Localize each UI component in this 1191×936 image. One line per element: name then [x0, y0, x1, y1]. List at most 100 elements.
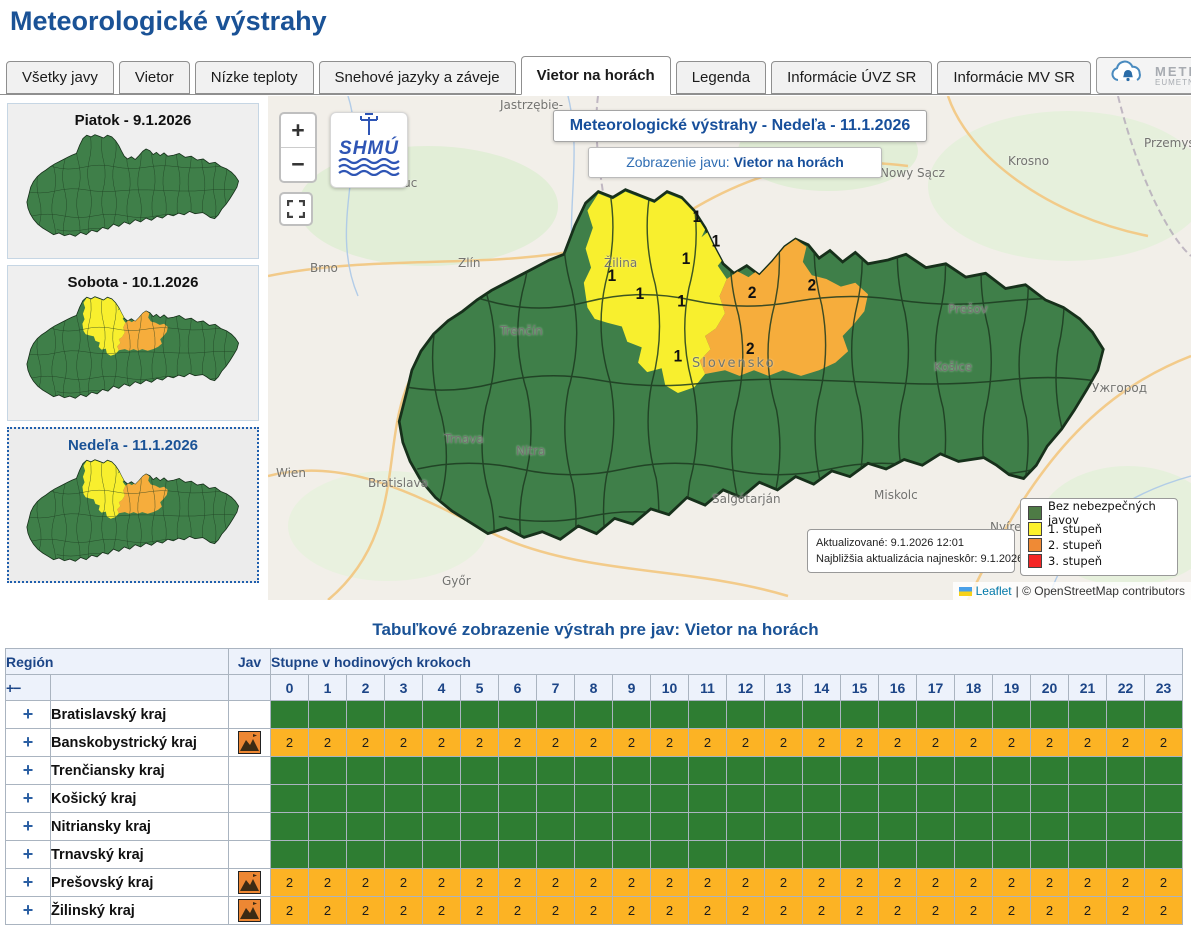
hour-header: 20: [1031, 675, 1069, 701]
tab-vsetky-javy[interactable]: Všetky javy: [6, 61, 114, 94]
hour-warning-cell: [385, 701, 423, 729]
warning-level-number: 2: [808, 277, 817, 294]
legend-swatch: [1028, 522, 1042, 536]
tab-vietor[interactable]: Vietor: [119, 61, 190, 94]
day-title: Sobota - 10.1.2026: [8, 274, 258, 291]
hour-warning-cell: 2: [1145, 869, 1183, 897]
tab-vietor-na-horach[interactable]: Vietor na horách: [521, 56, 671, 95]
hour-warning-cell: 2: [727, 869, 765, 897]
hour-warning-cell: [537, 841, 575, 869]
update-info-box: Aktualizované: 9.1.2026 12:01 Najbližšia…: [807, 529, 1015, 573]
expand-row-button[interactable]: +: [6, 757, 51, 785]
hour-warning-cell: 2: [917, 869, 955, 897]
hour-warning-cell: 2: [423, 897, 461, 925]
hour-warning-cell: [1107, 785, 1145, 813]
hour-warning-cell: [689, 701, 727, 729]
region-name: Nitriansky kraj: [51, 813, 229, 841]
tab-informacie-uvz[interactable]: Informácie ÚVZ SR: [771, 61, 932, 94]
hour-warning-cell: [309, 701, 347, 729]
expand-row-button[interactable]: +: [6, 841, 51, 869]
hour-warning-cell: [1107, 813, 1145, 841]
hour-warning-cell: [1145, 813, 1183, 841]
warning-map[interactable]: 1111111222 Jastrzębie-OlomoucBrnoZlínKro…: [268, 96, 1191, 600]
hour-warning-cell: 2: [1031, 869, 1069, 897]
expand-row-button[interactable]: +: [6, 897, 51, 925]
hour-warning-cell: 2: [993, 897, 1031, 925]
region-name: Prešovský kraj: [51, 869, 229, 897]
warning-level-number: 1: [712, 233, 721, 250]
day-title: Nedeľa - 11.1.2026: [9, 437, 257, 454]
hour-warning-cell: [575, 785, 613, 813]
hour-warning-cell: [423, 841, 461, 869]
next-update: Najbližšia aktualizácia najneskôr: 9.1.2…: [816, 551, 1006, 567]
zoom-out-button[interactable]: −: [281, 148, 315, 181]
day-panel-sunday[interactable]: Nedeľa - 11.1.2026: [7, 427, 259, 583]
hour-warning-cell: [423, 757, 461, 785]
hour-header: 12: [727, 675, 765, 701]
legend-label: 2. stupeň: [1048, 538, 1102, 552]
hour-warning-cell: [309, 757, 347, 785]
hour-warning-cell: 2: [309, 729, 347, 757]
hour-warning-cell: 2: [879, 729, 917, 757]
legend-item: Bez nebezpečných javov: [1028, 505, 1170, 521]
hour-warning-cell: [461, 757, 499, 785]
hour-warning-cell: [651, 701, 689, 729]
tab-informacie-mv[interactable]: Informácie MV SR: [937, 61, 1091, 94]
hour-warning-cell: [651, 757, 689, 785]
expand-row-button[interactable]: +: [6, 813, 51, 841]
hour-warning-cell: [1031, 841, 1069, 869]
hour-warning-cell: 2: [765, 869, 803, 897]
expand-collapse-all-button[interactable]: +−: [6, 675, 51, 701]
hour-warning-cell: 2: [613, 869, 651, 897]
hour-warning-cell: 2: [1145, 729, 1183, 757]
hour-warning-cell: 2: [1031, 897, 1069, 925]
tab-legenda[interactable]: Legenda: [676, 61, 766, 94]
meteo-warnings-page: Meteorologické výstrahy Všetky javy Viet…: [0, 0, 1191, 936]
hour-warning-cell: [613, 813, 651, 841]
hour-warning-cell: 2: [765, 729, 803, 757]
expand-row-button[interactable]: +: [6, 701, 51, 729]
hour-warning-cell: [955, 757, 993, 785]
jav-icon-cell: [229, 729, 271, 757]
hour-warning-cell: 2: [651, 869, 689, 897]
leaflet-link[interactable]: Leaflet: [976, 584, 1012, 598]
mountain-wind-icon: [238, 871, 261, 894]
shmu-logo-text: SHMÚ: [331, 140, 407, 158]
expand-row-button[interactable]: +: [6, 785, 51, 813]
hour-header: 23: [1145, 675, 1183, 701]
jav-icon-cell: [229, 897, 271, 925]
hour-warning-cell: [347, 785, 385, 813]
hour-warning-cell: [613, 785, 651, 813]
hour-warning-cell: 2: [765, 897, 803, 925]
map-subtitle-label: Zobrazenie javu:: [626, 154, 730, 170]
hour-warning-cell: [1031, 701, 1069, 729]
expand-row-button[interactable]: +: [6, 729, 51, 757]
hour-warning-cell: 2: [347, 729, 385, 757]
day-panel-saturday[interactable]: Sobota - 10.1.2026: [7, 265, 259, 421]
warning-level-number: 1: [674, 348, 683, 365]
hour-warning-cell: 2: [1107, 729, 1145, 757]
hour-warning-cell: 2: [1145, 897, 1183, 925]
hour-warning-cell: 2: [575, 729, 613, 757]
hour-warning-cell: 2: [271, 897, 309, 925]
shmu-logo[interactable]: SHMÚ: [330, 112, 408, 188]
warning-level-number: 1: [636, 286, 645, 303]
hour-warning-cell: 2: [575, 869, 613, 897]
hour-warning-cell: [955, 701, 993, 729]
fullscreen-button[interactable]: [279, 192, 313, 226]
zoom-in-button[interactable]: +: [281, 114, 315, 148]
tab-snehove-jazyky[interactable]: Snehové jazyky a záveje: [319, 61, 516, 94]
hour-warning-cell: [613, 701, 651, 729]
day-panel-friday[interactable]: Piatok - 9.1.2026: [7, 103, 259, 259]
hour-warning-cell: [727, 701, 765, 729]
meteoalarm-logo[interactable]: METEOALARM EUMETNET: [1096, 57, 1191, 94]
hour-warning-cell: [917, 785, 955, 813]
hour-warning-cell: 2: [423, 729, 461, 757]
hour-header: 13: [765, 675, 803, 701]
tab-nizke-teploty[interactable]: Nízke teploty: [195, 61, 314, 94]
hour-warning-cell: [955, 785, 993, 813]
expand-row-button[interactable]: +: [6, 869, 51, 897]
warning-level-number: 2: [746, 341, 755, 358]
page-title: Meteorologické výstrahy: [10, 6, 327, 37]
hour-warning-cell: [271, 785, 309, 813]
